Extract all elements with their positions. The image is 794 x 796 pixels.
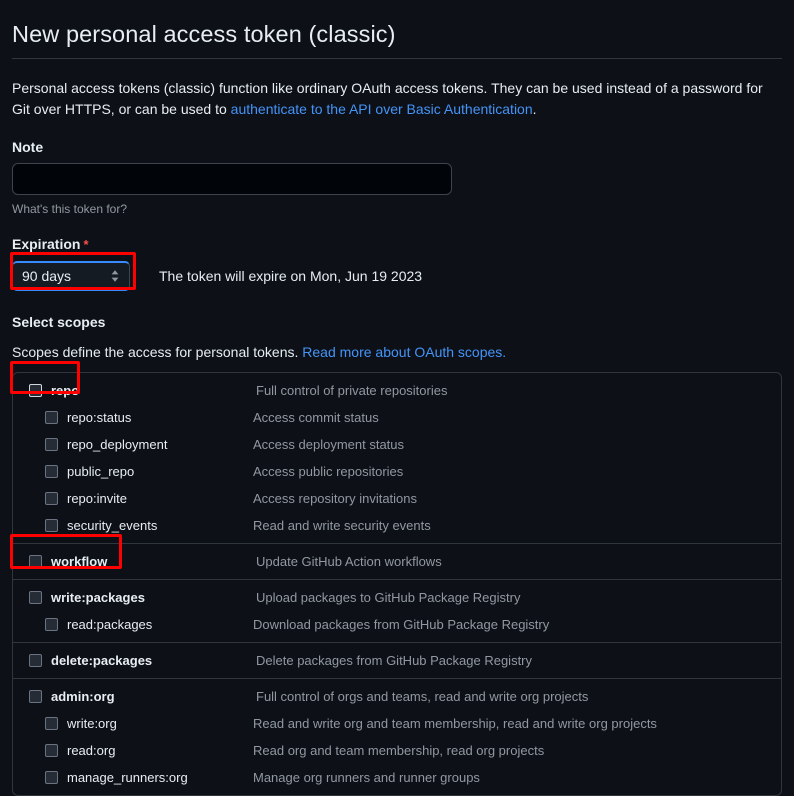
intro-text-after: . <box>532 101 537 117</box>
scope-checkbox[interactable] <box>29 654 42 667</box>
scope-group: delete:packages Delete packages from GitH… <box>13 642 781 674</box>
scope-description: Read and write org and team membership, … <box>253 715 657 731</box>
select-scopes-heading: Select scopes <box>12 314 106 330</box>
note-hint: What's this token for? <box>12 202 128 216</box>
scope-checkbox[interactable] <box>45 744 58 757</box>
required-asterisk: * <box>83 237 89 252</box>
scope-description: Read org and team membership, read org p… <box>253 742 545 758</box>
scope-description: Upload packages to GitHub Package Regist… <box>256 589 521 605</box>
scope-group: admin:org Full control of orgs and teams,… <box>13 678 781 791</box>
scope-row-control[interactable]: repo:invite <box>13 491 127 507</box>
scope-row-control[interactable]: manage_runners:org <box>13 770 188 786</box>
scope-checkbox[interactable] <box>45 411 58 424</box>
scope-row-control[interactable]: public_repo <box>13 464 134 480</box>
scope-label: repo_deployment <box>67 436 168 452</box>
expiration-help-text: The token will expire on Mon, Jun 19 202… <box>159 268 423 284</box>
scope-group: write:packages Upload packages to GitHub … <box>13 579 781 638</box>
expiration-row: 90 days The token will expire on Mon, Ju… <box>12 260 782 292</box>
oauth-scopes-link[interactable]: Read more about OAuth scopes. <box>302 344 506 360</box>
scope-checkbox[interactable] <box>45 519 58 532</box>
scope-group: workflow Update GitHub Action workflows <box>13 543 781 575</box>
scope-label: public_repo <box>67 463 135 479</box>
scope-checkbox[interactable] <box>45 438 58 451</box>
scope-description: Access commit status <box>253 409 379 425</box>
scope-row[interactable]: admin:org Full control of orgs and teams,… <box>13 683 781 710</box>
scopes-description: Scopes define the access for personal to… <box>12 342 782 362</box>
scope-row[interactable]: security_events Read and write security e… <box>13 512 781 539</box>
scope-label: repo:invite <box>67 490 127 506</box>
expiration-label-text: Expiration <box>12 236 81 252</box>
scope-label: security_events <box>67 517 158 533</box>
scope-checkbox[interactable] <box>45 771 58 784</box>
scope-description: Delete packages from GitHub Package Regi… <box>256 652 533 668</box>
scope-description: Access deployment status <box>253 436 405 452</box>
scope-checkbox[interactable] <box>45 492 58 505</box>
scope-checkbox[interactable] <box>29 384 42 397</box>
scope-row[interactable]: write:org Read and write org and team mem… <box>13 710 781 737</box>
scope-checkbox[interactable] <box>45 717 58 730</box>
scope-description: Full control of private repositories <box>256 382 448 398</box>
note-label: Note <box>12 139 44 155</box>
scope-row-control[interactable]: workflow <box>13 554 107 570</box>
scope-description: Manage org runners and runner groups <box>253 769 480 785</box>
scope-row[interactable]: read:packages Download packages from GitH… <box>13 611 781 638</box>
expiration-label: Expiration * <box>12 236 782 253</box>
scope-label: workflow <box>51 553 108 569</box>
scope-row[interactable]: delete:packages Delete packages from GitH… <box>13 647 781 674</box>
scope-row[interactable]: repo:status Access commit status <box>13 404 781 431</box>
scope-description: Update GitHub Action workflows <box>256 553 442 569</box>
scope-row-control[interactable]: repo_deployment <box>13 437 167 453</box>
scope-label: read:packages <box>67 616 153 632</box>
title-divider <box>12 58 782 59</box>
scope-row-control[interactable]: admin:org <box>13 689 115 705</box>
scope-row[interactable]: public_repo Access public repositories <box>13 458 781 485</box>
scope-row-control[interactable]: read:org <box>13 743 115 759</box>
page-title: New personal access token (classic) <box>12 21 396 47</box>
scope-row[interactable]: read:org Read org and team membership, re… <box>13 737 781 764</box>
expiration-select-value: 90 days <box>22 268 72 284</box>
scope-checkbox[interactable] <box>45 618 58 631</box>
scope-label: repo <box>51 382 80 398</box>
expiration-select[interactable]: 90 days <box>12 261 130 291</box>
scope-label: write:org <box>67 715 117 731</box>
scope-label: admin:org <box>51 688 115 704</box>
scope-label: read:org <box>67 742 116 758</box>
basic-authentication-link[interactable]: authenticate to the API over Basic Authe… <box>231 101 533 117</box>
scopes-description-text: Scopes define the access for personal to… <box>12 344 303 360</box>
scope-description: Full control of orgs and teams, read and… <box>256 688 589 704</box>
scope-row[interactable]: repo:invite Access repository invitations <box>13 485 781 512</box>
scopes-table: repo Full control of private repositories… <box>12 372 782 796</box>
scope-row-control[interactable]: repo:status <box>13 410 131 426</box>
scope-checkbox[interactable] <box>29 690 42 703</box>
scope-description: Download packages from GitHub Package Re… <box>253 616 550 632</box>
scope-label: manage_runners:org <box>67 769 188 785</box>
scope-row[interactable]: repo Full control of private repositories <box>13 377 781 404</box>
note-input[interactable] <box>12 163 452 195</box>
scope-label: repo:status <box>67 409 132 425</box>
scope-row-control[interactable]: delete:packages <box>13 653 152 669</box>
scope-row[interactable]: workflow Update GitHub Action workflows <box>13 548 781 575</box>
scope-row-control[interactable]: read:packages <box>13 617 152 633</box>
scope-row-control[interactable]: write:packages <box>13 590 145 606</box>
chevron-up-down-icon <box>111 270 119 282</box>
scope-row[interactable]: manage_runners:org Manage org runners and… <box>13 764 781 791</box>
scope-description: Read and write security events <box>253 517 431 533</box>
scope-description: Access public repositories <box>253 463 404 479</box>
scope-row[interactable]: write:packages Upload packages to GitHub … <box>13 584 781 611</box>
scope-label: delete:packages <box>51 652 153 668</box>
scope-label: write:packages <box>51 589 145 605</box>
scope-group: repo Full control of private repositories… <box>13 377 781 539</box>
scope-checkbox[interactable] <box>45 465 58 478</box>
new-personal-access-token-page: New personal access token (classic) Pers… <box>0 0 794 796</box>
scope-checkbox[interactable] <box>29 591 42 604</box>
scope-row[interactable]: repo_deployment Access deployment status <box>13 431 781 458</box>
scope-checkbox[interactable] <box>29 555 42 568</box>
scope-description: Access repository invitations <box>253 490 418 506</box>
intro-paragraph: Personal access tokens (classic) functio… <box>12 78 782 120</box>
scope-row-control[interactable]: repo <box>13 383 79 399</box>
scope-row-control[interactable]: write:org <box>13 716 117 732</box>
scope-row-control[interactable]: security_events <box>13 518 157 534</box>
